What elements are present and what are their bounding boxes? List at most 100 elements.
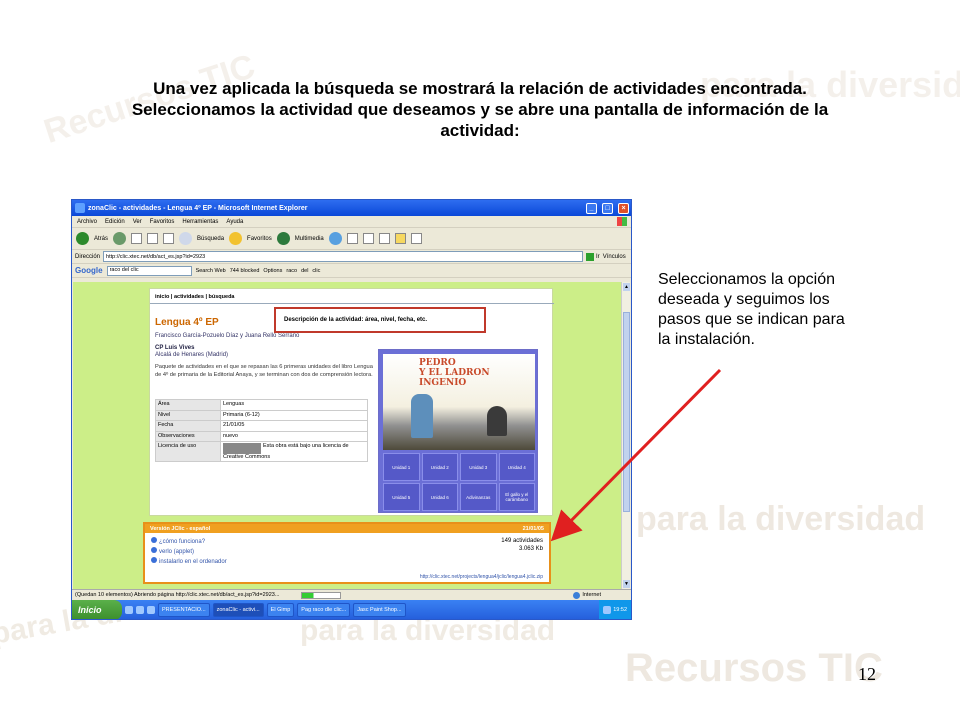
quicklaunch-icon[interactable] [147,606,155,614]
meta-key: Área [155,399,221,411]
term-del[interactable]: del [301,268,308,274]
multimedia-label[interactable]: Multimedia [295,236,324,242]
view-applet-link[interactable]: verlo (applet) [151,547,227,557]
progress-bar [301,591,342,599]
go-button[interactable]: Ir [586,252,600,261]
popup-blocked-counter[interactable]: 744 blocked [230,268,260,274]
school: CP Luis Vives [155,345,195,351]
links-label[interactable]: Vínculos [603,254,626,260]
maximize-button[interactable]: □ [602,202,613,214]
unit-button[interactable]: Adivinanzas [460,483,497,511]
google-logo[interactable]: Google [75,266,103,275]
breadcrumb[interactable]: inicio | actividades | búsqueda [155,294,235,300]
multimedia-icon[interactable] [276,232,290,245]
menu-herramientas[interactable]: Herramientas [182,219,218,225]
activity-description: Paquete de actividades en el que se repa… [155,364,373,378]
task-button[interactable]: zonaClic - activi... [212,603,264,617]
quicklaunch-icon[interactable] [125,606,133,614]
vertical-scrollbar[interactable]: ▲ ▼ [621,282,630,589]
search-icon[interactable] [179,232,193,245]
meta-value: Lenguas [220,399,368,411]
activity-metadata-table: Área Lenguas Nivel Primaria (6-12) Fecha 21… [155,399,368,462]
meta-value: Esta obra está bajo una licencia de Crea… [220,441,368,462]
task-button[interactable]: El Gimp [266,603,295,617]
menu-bar: Archivo Edición Ver Favoritos Herramient… [72,216,631,228]
description-callout: Descripción de la actividad: área, nivel… [274,307,486,333]
cover-title-line: INGENIO [419,378,467,388]
task-button[interactable]: PRESENTACIO... [158,603,210,617]
back-icon[interactable] [76,232,89,245]
ie-icon [75,203,85,213]
edit-icon[interactable] [378,233,390,244]
menu-favoritos[interactable]: Favoritos [150,219,175,225]
authors[interactable]: Francisco García-Pozuelo Díaz y Juana Re… [155,333,299,339]
mail-icon[interactable] [346,233,358,244]
minimize-button[interactable]: _ [586,202,597,214]
home-icon[interactable] [163,233,175,244]
search-web-button[interactable]: Search Web [196,268,226,274]
standard-toolbar: Atrás Búsqueda Favoritos Multimedia [72,228,631,250]
unit-button[interactable]: Unidad 3 [460,453,497,481]
refresh-icon[interactable] [147,233,159,244]
cover-illustration: PEDRO Y EL LADRON INGENIO [383,354,535,450]
scroll-thumb[interactable] [623,312,630,512]
version-date: 21/01/05 [522,525,544,532]
watermark-recursos-2: Recursos TIC [625,646,883,690]
term-raco[interactable]: raco [286,268,297,274]
slide-title: Una vez aplicada la búsqueda se mostrará… [131,79,829,140]
clock: 19:52 [613,607,627,613]
unit-button[interactable]: El gallo y el carámbano [498,483,535,511]
download-url[interactable]: http://clic.xtec.net/projects/lengua4/jc… [420,574,543,580]
history-icon[interactable] [328,232,342,245]
download-links: ¿cómo funciona? verlo (applet) instalarl… [151,537,227,567]
folder-icon[interactable] [394,233,406,244]
term-clic[interactable]: clic [312,268,320,274]
tray-icon[interactable] [603,606,612,614]
activity-count: 149 actividades [501,538,543,544]
close-button[interactable]: × [618,202,629,214]
menu-ayuda[interactable]: Ayuda [226,219,243,225]
meta-value: Primaria (6-12) [220,409,368,421]
task-button[interactable]: Jasc Paint Shop... [353,603,406,617]
link-text[interactable]: verlo (applet) [159,549,194,555]
scroll-up-icon[interactable]: ▲ [623,283,630,291]
address-input[interactable]: http://clic.xtec.net/db/act_es.jsp?id=29… [103,251,584,262]
task-button[interactable]: Pag raco dle clic... [297,603,351,617]
menu-archivo[interactable]: Archivo [77,219,97,225]
activity-title: Lengua 4º EP [155,317,219,328]
meta-key: Nivel [155,409,221,421]
unit-button[interactable]: Unidad 2 [421,453,458,481]
meta-value: 21/01/05 [220,420,368,432]
address-label: Dirección [75,253,101,260]
unit-button[interactable]: Unidad 6 [421,483,458,511]
scroll-down-icon[interactable]: ▼ [623,580,630,588]
creative-commons-badge[interactable] [223,443,261,454]
cover-title-line: Y EL LADRON [419,368,490,378]
table-row: Observaciones nuevo [155,430,368,442]
unit-button[interactable]: Unidad 4 [498,453,535,481]
download-header: Versión JClic - español 21/01/05 [145,524,549,533]
menu-edicion[interactable]: Edición [105,219,125,225]
messenger-icon[interactable] [410,233,422,244]
print-icon[interactable] [362,233,374,244]
stop-icon[interactable] [131,233,143,244]
google-search-input[interactable]: raco del clic [106,265,192,276]
unit-button[interactable]: Unidad 5 [383,483,420,511]
back-label[interactable]: Atrás [94,236,108,242]
forward-icon[interactable] [113,232,127,245]
download-stats: 149 actividades 3.063 Kb [501,537,543,553]
favorites-star-icon[interactable] [229,232,243,245]
activity-preview[interactable]: PEDRO Y EL LADRON INGENIO Unidad 1 Unida… [378,349,538,513]
search-label[interactable]: Búsqueda [197,236,224,242]
favorites-label[interactable]: Favoritos [247,236,272,242]
divider [150,303,554,304]
link-text[interactable]: instalarlo en el ordenador [159,559,227,565]
unit-button[interactable]: Unidad 1 [383,453,420,481]
menu-ver[interactable]: Ver [133,219,142,225]
how-it-works-link[interactable]: ¿cómo funciona? [151,537,227,547]
link-text[interactable]: ¿cómo funciona? [159,539,205,545]
quicklaunch-icon[interactable] [136,606,144,614]
options-button[interactable]: Options [263,268,282,274]
install-link[interactable]: instalarlo en el ordenador [151,557,227,567]
start-button[interactable]: Inicio [72,600,122,619]
